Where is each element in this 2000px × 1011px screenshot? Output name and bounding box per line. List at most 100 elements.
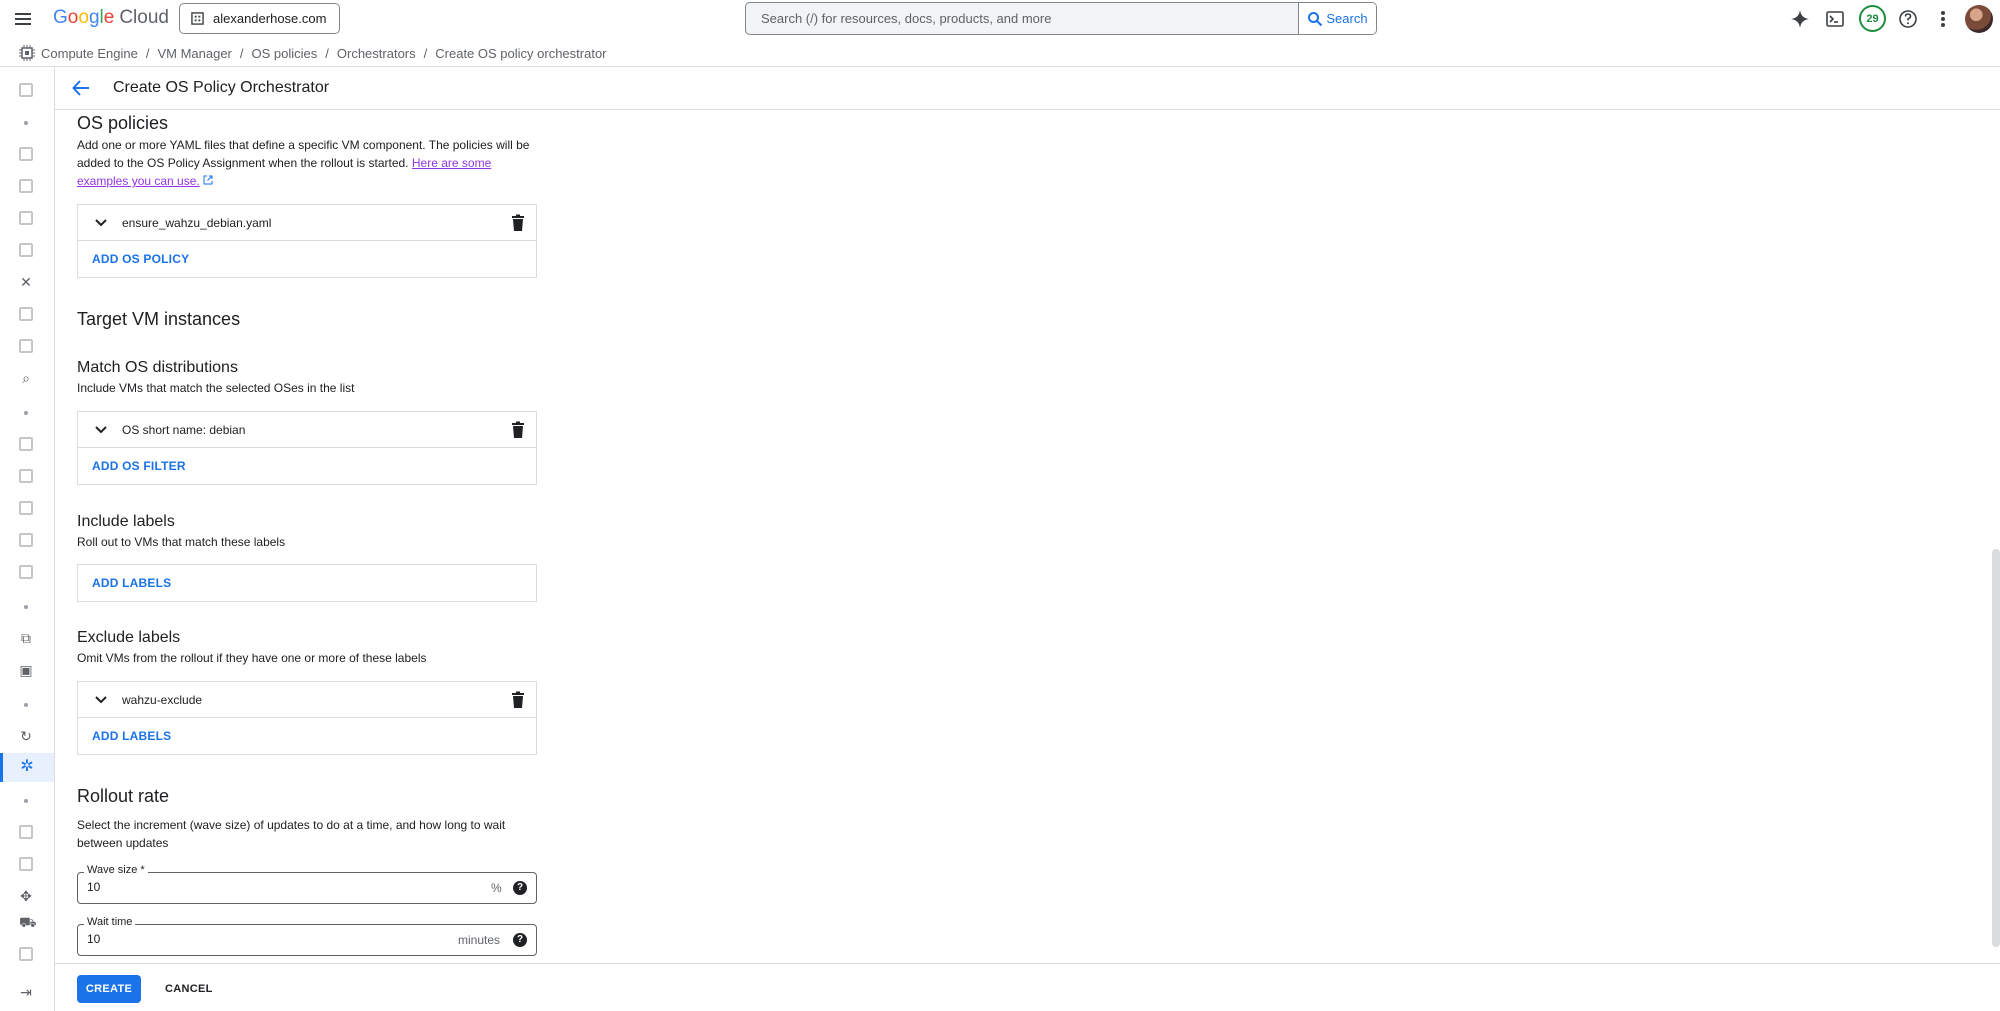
product-sidebar: ✕ ⌕ ⧉ ▣ ↻ ✲ ✥ ⛟ ⇥ [0,67,55,1011]
sidebar-metadata-icon[interactable] [19,857,33,871]
list-item: wahzu-exclude [78,682,536,718]
search-bar: Search [745,2,1377,35]
breadcrumb-vm-manager[interactable]: VM Manager [157,46,231,61]
include-labels-description: Roll out to VMs that match these labels [77,535,286,549]
target-vm-heading: Target VM instances [77,309,241,329]
add-include-labels-row: ADD LABELS [78,565,536,601]
sidebar-dashboard-icon[interactable] [19,83,33,97]
exclude-label-name: wahzu-exclude [122,693,203,707]
wait-time-input[interactable] [87,932,447,946]
sidebar-settings-icon[interactable] [19,825,33,839]
add-exclude-labels-row: ADD LABELS [78,718,536,754]
wave-size-input[interactable] [87,880,447,894]
breadcrumb: Compute Engine / VM Manager / OS policies / Or… [41,46,607,61]
sidebar-release-notes-icon[interactable] [19,947,33,961]
breadcrumb-separator: / [239,46,244,61]
search-button[interactable]: Search [1298,3,1376,34]
account-avatar[interactable] [1965,5,1993,33]
chevron-down-icon[interactable] [92,214,110,232]
sidebar-async-replication-icon[interactable] [19,565,33,579]
sidebar-tpus-icon[interactable]: ✕ [19,275,33,289]
top-app-bar: GoogleCloud alexanderhose.com Search 29 [0,0,2000,38]
create-button[interactable]: CREATE [77,975,141,1003]
chevron-down-icon[interactable] [92,421,110,439]
wave-size-label: Wave size * [84,864,148,876]
breadcrumb-compute-engine[interactable]: Compute Engine [41,46,138,61]
sidebar-expand-icon[interactable]: ⇥ [19,985,33,999]
organization-icon [191,12,204,25]
sidebar-machine-images-icon[interactable] [19,243,33,257]
google-cloud-logo[interactable]: Google Cloud [53,7,169,29]
sidebar-instance-templates-icon[interactable] [19,179,33,193]
chevron-down-icon[interactable] [92,691,110,709]
rollout-rate-description: Select the increment (wave size) of upda… [77,818,506,850]
sidebar-section-dot [24,799,28,803]
add-os-filter-button[interactable]: ADD OS FILTER [92,459,186,473]
sidebar-instance-groups-icon[interactable]: ⧉ [19,631,33,645]
help-icon[interactable]: ? [513,881,527,895]
gemini-icon[interactable] [1789,8,1811,30]
back-arrow-icon[interactable] [70,77,92,99]
sidebar-section-dot [24,605,28,609]
sidebar-section-dot [24,411,28,415]
include-labels-card: ADD LABELS [77,564,537,602]
sidebar-snapshots-icon[interactable] [19,469,33,483]
more-vert-icon[interactable] [1932,8,1954,30]
sidebar-sole-tenant-icon[interactable] [19,211,33,225]
page-title: Create OS Policy Orchestrator [113,79,330,96]
sidebar-section-dot [24,703,28,707]
breadcrumb-os-policies[interactable]: OS policies [252,46,318,61]
sidebar-os-policies-icon[interactable]: ✲ [18,758,36,776]
list-item: ensure_wahzu_debian.yaml [78,205,536,241]
wait-time-label: Wait time [84,916,136,928]
exclude-labels-card: wahzu-exclude ADD LABELS [77,681,537,755]
sidebar-committed-use-icon[interactable] [19,307,33,321]
wave-size-suffix: % [491,881,502,895]
sidebar-vm-instances-icon[interactable] [19,147,33,161]
rollout-rate-heading: Rollout rate [77,786,170,806]
cancel-button[interactable]: CANCEL [155,975,223,1003]
page-scrollbar[interactable] [1992,549,2000,947]
cloud-shell-icon[interactable] [1824,8,1846,30]
project-name: alexanderhose.com [213,11,327,26]
sidebar-reservations-icon[interactable] [19,339,33,353]
sidebar-section-dot [24,121,28,125]
sidebar-patch-icon[interactable]: ↻ [19,729,33,743]
add-os-policy-row: ADD OS POLICY [78,241,536,277]
delete-icon[interactable] [510,421,526,439]
include-labels-heading: Include labels [77,513,175,530]
wave-size-field: Wave size * % ? [77,864,537,904]
add-exclude-labels-button[interactable]: ADD LABELS [92,729,171,743]
project-picker-button[interactable]: alexanderhose.com [179,3,340,34]
external-link-icon [203,175,213,185]
sidebar-zones-icon[interactable]: ✥ [19,889,33,903]
search-input[interactable] [746,3,1297,34]
breadcrumb-current: Create OS policy orchestrator [435,46,607,61]
add-os-policy-button[interactable]: ADD OS POLICY [92,252,189,266]
breadcrumb-orchestrators[interactable]: Orchestrators [337,46,416,61]
add-include-labels-button[interactable]: ADD LABELS [92,576,171,590]
sidebar-images-icon[interactable] [19,501,33,515]
match-os-description: Include VMs that match the selected OSes… [77,381,355,395]
os-policies-description: Add one or more YAML files that define a… [77,138,530,188]
os-policies-heading: OS policies [77,113,169,133]
sidebar-health-checks-icon[interactable]: ▣ [19,663,33,677]
compute-engine-icon [19,45,35,61]
breadcrumb-separator: / [325,46,329,61]
wait-time-suffix: minutes [458,933,501,947]
breadcrumb-separator: / [145,46,150,61]
main-menu-icon[interactable] [13,9,33,29]
wait-time-field: Wait time minutes ? [77,916,537,956]
help-icon[interactable]: ? [513,933,527,947]
page-header: Create OS Policy Orchestrator [55,67,2000,110]
exclude-labels-description: Omit VMs from the rollout if they have o… [77,651,427,665]
notifications-badge[interactable]: 29 [1859,5,1886,32]
sidebar-marketplace-icon[interactable]: ⛟ [19,915,37,929]
breadcrumb-separator: / [423,46,428,61]
help-icon[interactable] [1897,8,1919,30]
sidebar-migrate-icon[interactable]: ⌕ [19,371,33,385]
delete-icon[interactable] [510,691,526,709]
delete-icon[interactable] [510,214,526,232]
sidebar-disks-icon[interactable] [19,437,33,451]
sidebar-storage-pools-icon[interactable] [19,533,33,547]
